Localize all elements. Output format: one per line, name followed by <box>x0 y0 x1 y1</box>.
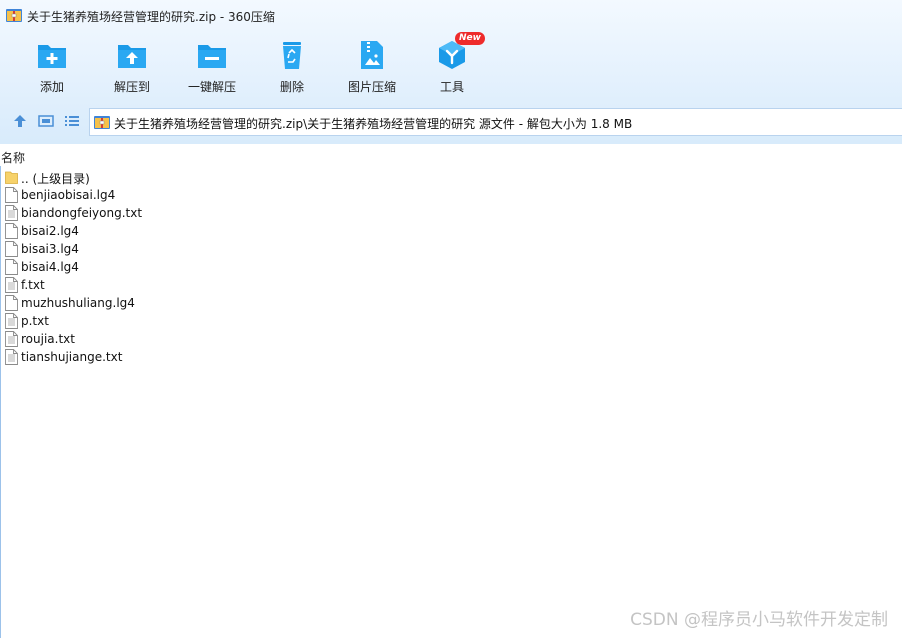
add-button[interactable]: 添加 <box>12 36 92 98</box>
file-row[interactable]: bisai4.lg4 <box>0 258 400 276</box>
one-click-extract-icon <box>198 45 226 68</box>
delete-button[interactable]: 删除 <box>252 36 332 98</box>
path-bar[interactable]: 关于生猪养殖场经营管理的研究.zip\关于生猪养殖场经营管理的研究 源文件 - … <box>89 108 902 136</box>
top-chrome: 关于生猪养殖场经营管理的研究.zip - 360压缩 添加 解压到 一键解压 删… <box>0 0 902 144</box>
file-icon <box>5 259 18 275</box>
thumbnail-view-icon[interactable] <box>37 112 55 130</box>
extract-to-label: 解压到 <box>113 80 150 94</box>
file-name: biandongfeiyong.txt <box>21 206 143 220</box>
file-icon <box>5 187 18 203</box>
text-file-icon <box>5 331 18 347</box>
navigation-bar: 关于生猪养殖场经营管理的研究.zip\关于生猪养殖场经营管理的研究 源文件 - … <box>0 106 902 136</box>
image-compress-label: 图片压缩 <box>347 80 396 94</box>
image-compress-button[interactable]: 图片压缩 <box>332 36 412 98</box>
file-name: bisai2.lg4 <box>21 224 79 238</box>
parent-directory-row[interactable]: .. (上级目录) <box>0 168 400 186</box>
file-row[interactable]: p.txt <box>0 312 400 330</box>
toolbar: 添加 解压到 一键解压 删除 图片压缩 工具 <box>0 36 902 100</box>
file-name: f.txt <box>21 278 45 292</box>
extract-to-icon <box>118 45 146 68</box>
text-file-icon <box>5 205 18 221</box>
file-icon <box>5 241 18 257</box>
extract-to-button[interactable]: 解压到 <box>92 36 172 98</box>
text-file-icon <box>5 349 18 365</box>
file-row[interactable]: f.txt <box>0 276 400 294</box>
file-icon <box>5 295 18 311</box>
add-label: 添加 <box>39 80 64 94</box>
file-list: .. (上级目录) benjiaobisai.lg4 biandongfeiyong… <box>0 168 400 366</box>
file-name: tianshujiange.txt <box>21 350 123 364</box>
zip-archive-icon <box>94 116 110 129</box>
add-folder-icon <box>38 45 66 68</box>
file-row[interactable]: biandongfeiyong.txt <box>0 204 400 222</box>
file-name: bisai3.lg4 <box>21 242 79 256</box>
file-name: bisai4.lg4 <box>21 260 79 274</box>
new-badge: New <box>455 32 485 45</box>
file-row[interactable]: roujia.txt <box>0 330 400 348</box>
window-title: 关于生猪养殖场经营管理的研究.zip - 360压缩 <box>27 10 275 24</box>
column-header-name[interactable]: 名称 <box>0 147 902 165</box>
list-view-icon[interactable] <box>63 112 81 130</box>
file-name: benjiaobisai.lg4 <box>21 188 116 202</box>
column-name-label: 名称 <box>1 151 26 165</box>
delete-label: 删除 <box>279 80 304 94</box>
file-name: .. (上级目录) <box>21 172 90 186</box>
watermark: CSDN @程序员小马软件开发定制 <box>630 610 888 630</box>
file-name: muzhushuliang.lg4 <box>21 296 135 310</box>
image-compress-icon <box>361 41 383 69</box>
folder-icon <box>5 169 18 185</box>
recycle-bin-icon <box>283 42 301 69</box>
path-text: 关于生猪养殖场经营管理的研究.zip\关于生猪养殖场经营管理的研究 源文件 - … <box>114 117 633 131</box>
text-file-icon <box>5 277 18 293</box>
file-row[interactable]: tianshujiange.txt <box>0 348 400 366</box>
file-list-panel: 名称 .. (上级目录) benjiaobisai.lg4 biandongfeiy… <box>0 144 902 638</box>
up-arrow-icon[interactable] <box>11 112 29 130</box>
file-icon <box>5 223 18 239</box>
zip-archive-icon <box>6 9 22 22</box>
file-row[interactable]: benjiaobisai.lg4 <box>0 186 400 204</box>
one-click-extract-label: 一键解压 <box>187 80 236 94</box>
one-click-extract-button[interactable]: 一键解压 <box>172 36 252 98</box>
title-bar: 关于生猪养殖场经营管理的研究.zip - 360压缩 <box>0 0 902 32</box>
tools-button[interactable]: 工具 <box>412 36 492 98</box>
file-name: roujia.txt <box>21 332 75 346</box>
file-name: p.txt <box>21 314 49 328</box>
text-file-icon <box>5 313 18 329</box>
file-row[interactable]: bisai2.lg4 <box>0 222 400 240</box>
file-row[interactable]: bisai3.lg4 <box>0 240 400 258</box>
file-row[interactable]: muzhushuliang.lg4 <box>0 294 400 312</box>
tools-label: 工具 <box>439 80 464 94</box>
